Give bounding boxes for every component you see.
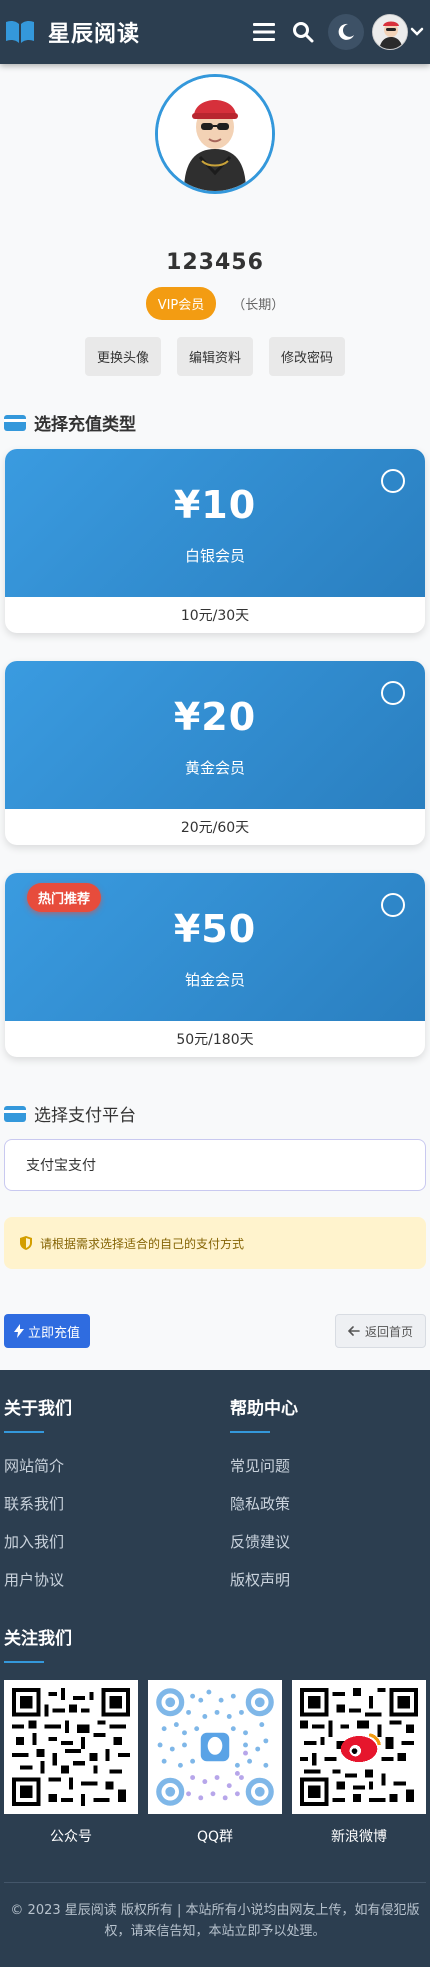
top-navbar: 星辰阅读 <box>0 0 430 64</box>
plan-radio[interactable] <box>381 893 405 917</box>
footer-link[interactable]: 常见问题 <box>230 1455 420 1476</box>
notice-text: 请根据需求选择适合的自己的支付方式 <box>40 1236 245 1251</box>
vip-badge: VIP会员 <box>145 287 217 320</box>
qr-code-icon <box>156 1688 274 1806</box>
plan-desc: 50元/180天 <box>176 1032 254 1048</box>
open-book-icon <box>6 20 34 43</box>
vip-duration: （长期） <box>232 298 285 313</box>
search-button[interactable] <box>290 19 316 45</box>
qr-qq-group[interactable]: QQ群 <box>148 1680 282 1846</box>
payment-notice: 请根据需求选择适合的自己的支付方式 <box>4 1217 426 1269</box>
footer-follow-title: 关注我们 <box>4 1629 72 1649</box>
plan-desc: 20元/60天 <box>180 820 250 836</box>
credit-card-icon <box>4 1105 26 1122</box>
plan-card-gold[interactable]: ¥20 黄金会员 20元/60天 <box>5 661 425 845</box>
change-avatar-button[interactable]: 更换头像 <box>84 337 161 376</box>
plan-card-platinum[interactable]: 热门推荐 ¥50 铂金会员 50元/180天 <box>5 873 425 1057</box>
footer-follow: 关注我们 <box>4 1624 72 1663</box>
plan-desc: 10元/30天 <box>180 608 250 624</box>
arrow-left-icon <box>347 1326 360 1336</box>
plan-card-silver[interactable]: ¥10 白银会员 10元/30天 <box>5 449 425 633</box>
shield-icon <box>20 1236 32 1250</box>
avatar <box>372 14 408 50</box>
qr-wechat[interactable]: 公众号 <box>4 1680 138 1846</box>
user-menu[interactable] <box>372 14 424 50</box>
back-home-button[interactable]: 返回首页 <box>334 1314 426 1348</box>
plan-name: 白银会员 <box>184 547 245 565</box>
qr-code-icon <box>12 1688 130 1806</box>
plan-radio[interactable] <box>381 469 405 493</box>
hamburger-menu-icon <box>253 23 275 41</box>
username: 123456 <box>166 250 264 275</box>
qr-weibo[interactable]: 新浪微博 <box>292 1680 426 1846</box>
plan-price: ¥20 <box>173 695 257 739</box>
lightning-icon <box>14 1324 24 1338</box>
chevron-down-icon <box>410 27 424 36</box>
footer-about-title: 关于我们 <box>4 1399 72 1419</box>
footer-help: 帮助中心 常见问题 隐私政策 反馈建议 版权声明 <box>230 1394 420 1590</box>
qr-label: 新浪微博 <box>331 1829 387 1845</box>
avatar-image <box>158 77 272 191</box>
footer-link[interactable]: 加入我们 <box>4 1531 204 1552</box>
payment-selected-value: 支付宝支付 <box>26 1158 96 1174</box>
footer-link[interactable]: 反馈建议 <box>230 1531 420 1552</box>
qr-code-icon <box>300 1688 418 1806</box>
credit-card-icon <box>4 414 26 431</box>
recharge-submit-button[interactable]: 立即充值 <box>4 1314 91 1348</box>
footer-link[interactable]: 用户协议 <box>4 1569 204 1590</box>
moon-icon <box>338 23 354 40</box>
footer-help-title: 帮助中心 <box>230 1399 298 1419</box>
profile-section: 123456 VIP会员 （长期） 更换头像 编辑资料 修改密码 <box>0 64 430 376</box>
site-logo[interactable]: 星辰阅读 <box>4 16 140 48</box>
change-password-button[interactable]: 修改密码 <box>269 337 346 376</box>
footer-about: 关于我们 网站简介 联系我们 加入我们 用户协议 <box>4 1394 204 1590</box>
edit-profile-button[interactable]: 编辑资料 <box>176 337 253 376</box>
plan-name: 黄金会员 <box>184 759 245 777</box>
qr-label: 公众号 <box>50 1829 92 1845</box>
site-name: 星辰阅读 <box>48 22 141 47</box>
plan-price: ¥50 <box>173 907 257 951</box>
footer-link[interactable]: 隐私政策 <box>230 1493 420 1514</box>
footer-link[interactable]: 网站简介 <box>4 1455 204 1476</box>
theme-toggle-button[interactable] <box>328 14 364 50</box>
plan-name: 铂金会员 <box>184 971 245 989</box>
avatar-image <box>373 15 407 49</box>
payment-platform-select[interactable]: 支付宝支付 <box>4 1139 426 1191</box>
copyright-text: © 2023 星辰阅读 版权所有 | 本站所有小说均由网友上传，如有侵犯版权，请… <box>10 1903 420 1939</box>
footer-link[interactable]: 版权声明 <box>230 1569 420 1590</box>
payment-section-title: 选择支付平台 <box>0 1101 430 1126</box>
profile-avatar <box>155 74 275 194</box>
qr-label: QQ群 <box>196 1829 234 1845</box>
menu-button[interactable] <box>250 18 278 46</box>
search-icon <box>293 22 314 43</box>
hot-badge: 热门推荐 <box>27 883 102 912</box>
footer-link[interactable]: 联系我们 <box>4 1493 204 1514</box>
plan-radio[interactable] <box>381 681 405 705</box>
plan-price: ¥10 <box>173 483 257 527</box>
recharge-section-title: 选择充值类型 <box>0 410 430 435</box>
site-footer: 关于我们 网站简介 联系我们 加入我们 用户协议 帮助中心 常见问题 隐私政策 … <box>0 1370 430 1967</box>
